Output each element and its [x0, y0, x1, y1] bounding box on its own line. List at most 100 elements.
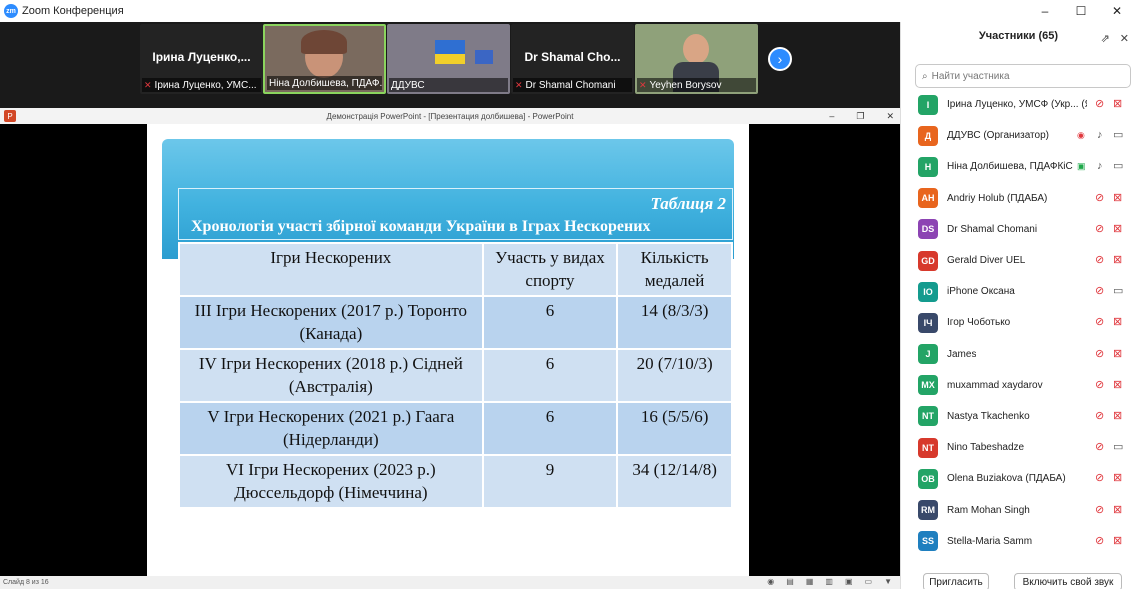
slide-sorter-icon[interactable]: ▦: [806, 577, 814, 586]
camera-off-icon[interactable]: ⊠: [1113, 410, 1122, 422]
participant-row[interactable]: AH Andriy Holub (ПДАБА) ⊘ ⊠: [901, 183, 1135, 214]
mic-muted-icon[interactable]: ⊘: [1095, 473, 1104, 484]
camera-off-icon[interactable]: ⊠: [1113, 504, 1122, 516]
mic-muted-icon[interactable]: ⊘: [1095, 317, 1104, 328]
mic-muted-icon[interactable]: ⊘: [1095, 223, 1104, 235]
participant-row[interactable]: Н Ніна Долбишева, ПДАФКіС ▣ ♪ ▭: [901, 151, 1135, 182]
participant-name: Gerald Diver UEL: [947, 255, 1026, 267]
ppt-close-icon[interactable]: ✕: [886, 108, 894, 124]
avatar: Д: [918, 125, 938, 146]
video-tile[interactable]: Ірина Луценко,... ✕ Ірина Луценко, УМС..…: [140, 24, 263, 94]
camera-off-icon[interactable]: ⊠: [1113, 379, 1122, 391]
powerpoint-icon: P: [4, 110, 16, 122]
video-tile-name: Dr Shamal Cho...: [524, 50, 621, 64]
grid-view-icon[interactable]: ▣: [845, 577, 853, 586]
minimize-button[interactable]: –: [1027, 0, 1063, 22]
participant-row[interactable]: NT Nastya Tkachenko ⊘ ⊠: [901, 401, 1135, 432]
table-cell: III Ігри Нескорених (2017 р.) Торонто (К…: [178, 295, 484, 350]
presenter-view-icon[interactable]: ▭: [865, 577, 873, 586]
mic-muted-icon[interactable]: ⊘: [1095, 286, 1104, 297]
participant-row[interactable]: RM Ram Mohan Singh ⊘ ⊠: [901, 494, 1135, 525]
flag-blue-stripe: [435, 40, 465, 54]
participant-row[interactable]: Д ДДУВС (Организатор) ◉ ♪ ▭: [901, 120, 1135, 151]
participant-name: Andriy Holub (ПДАБА): [947, 192, 1048, 204]
camera-off-icon[interactable]: ⊠: [1113, 317, 1122, 328]
notes-icon[interactable]: ◉: [767, 577, 774, 586]
camera-off-icon[interactable]: ⊠: [1113, 348, 1122, 360]
unmute-self-button[interactable]: Включить свой звук: [1014, 573, 1122, 589]
mic-muted-icon[interactable]: ⊘: [1095, 504, 1104, 516]
video-strip: Ірина Луценко,... ✕ Ірина Луценко, УМС..…: [0, 22, 900, 94]
participant-name: Stella-Maria Samm: [947, 535, 1033, 547]
mic-muted-icon[interactable]: ⊘: [1095, 99, 1104, 110]
participant-row[interactable]: SS Stella-Maria Samm ⊘ ⊠: [901, 526, 1135, 557]
participant-name: muxammad xaydarov: [947, 379, 1043, 391]
mic-muted-icon[interactable]: ⊘: [1095, 255, 1104, 266]
panel-header-icons: ⇗ ✕: [1101, 32, 1129, 45]
close-button[interactable]: ✕: [1099, 0, 1135, 22]
participant-row[interactable]: J James ⊘ ⊠: [901, 339, 1135, 370]
avatar: NT: [918, 406, 938, 427]
camera-off-icon[interactable]: ⊠: [1113, 535, 1122, 547]
ppt-minimize-icon[interactable]: –: [829, 108, 834, 124]
participant-row[interactable]: І Ірина Луценко, УМСФ (Укр... (Я) ⊘ ⊠: [901, 89, 1135, 120]
search-icon: ⌕: [922, 70, 928, 82]
mic-muted-icon[interactable]: ⊘: [1095, 535, 1104, 547]
popout-icon[interactable]: ⇗: [1101, 32, 1110, 45]
video-tile-caption-text: ДДУВС: [391, 79, 425, 91]
camera-off-icon[interactable]: ⊠: [1113, 223, 1122, 235]
reading-view-icon[interactable]: ▥: [825, 577, 833, 586]
screen-share-icon: ▣: [1077, 161, 1086, 172]
participant-row[interactable]: MX muxammad xaydarov ⊘ ⊠: [901, 370, 1135, 401]
participant-row[interactable]: DS Dr Shamal Chomani ⊘ ⊠: [901, 214, 1135, 245]
camera-icon[interactable]: ▭: [1113, 130, 1123, 141]
video-tile[interactable]: ✕ Yeyhen Borysov: [635, 24, 758, 94]
camera-off-icon[interactable]: ⊠: [1113, 99, 1122, 110]
participant-row[interactable]: NT Nino Tabeshadze ⊘ ▭: [901, 432, 1135, 463]
table-caption-box: Таблиця 2 Хронологія участі збірної кома…: [178, 188, 733, 240]
recording-icon: ◉: [1077, 130, 1085, 141]
chevron-right-icon: ›: [777, 51, 783, 67]
maximize-button[interactable]: ☐: [1063, 0, 1099, 22]
table-row: V Ігри Нескорених (2021 р.) Гаага (Нідер…: [178, 401, 733, 456]
table-cell: 6: [481, 401, 619, 456]
participant-search-input[interactable]: ⌕ Найти участника: [915, 64, 1131, 88]
avatar: SS: [918, 531, 938, 552]
ppt-restore-icon[interactable]: ❐: [856, 108, 864, 124]
table-row: VI Ігри Нескорених (2023 р.) Дюссельдорф…: [178, 454, 733, 509]
zoom-logo-icon: zm: [4, 4, 18, 18]
participant-list: І Ірина Луценко, УМСФ (Укр... (Я) ⊘ ⊠ Д ДДУВС…: [901, 89, 1135, 557]
mic-muted-icon[interactable]: ⊘: [1095, 192, 1104, 204]
avatar: NT: [918, 437, 938, 458]
camera-icon[interactable]: ▭: [1113, 286, 1123, 297]
participant-name: Dr Shamal Chomani: [947, 223, 1038, 235]
video-tile[interactable]: Dr Shamal Cho... ✕ Dr Shamal Chomani: [511, 24, 634, 94]
shared-powerpoint-window: P Демонстрація PowerPoint - [Презентация…: [0, 108, 900, 589]
participant-row[interactable]: ІЧ Ігор Чоботько ⊘ ⊠: [901, 307, 1135, 338]
participants-panel: Участники (65) ⇗ ✕ ⌕ Найти участника І Ір…: [900, 22, 1135, 589]
table-cell: 9: [481, 454, 619, 509]
mic-muted-icon[interactable]: ⊘: [1095, 442, 1104, 453]
video-tile[interactable]: ДДУВС: [387, 24, 510, 94]
camera-off-icon[interactable]: ⊠: [1113, 255, 1122, 266]
slideshow-icon[interactable]: ▼: [884, 577, 892, 586]
video-tile-active-speaker[interactable]: Ніна Долбишева, ПДАФ...: [263, 24, 386, 94]
invite-button[interactable]: Пригласить: [923, 573, 989, 589]
participant-name: Ігор Чоботько: [947, 317, 1011, 329]
mic-icon[interactable]: ♪: [1097, 161, 1103, 172]
camera-icon[interactable]: ▭: [1113, 442, 1123, 453]
participant-row[interactable]: GD Gerald Diver UEL ⊘ ⊠: [901, 245, 1135, 276]
participant-row[interactable]: OB Olena Buziakova (ПДАБА) ⊘ ⊠: [901, 463, 1135, 494]
mic-muted-icon[interactable]: ⊘: [1095, 379, 1104, 391]
mic-muted-icon[interactable]: ⊘: [1095, 348, 1104, 360]
normal-view-icon[interactable]: ▤: [786, 577, 794, 586]
next-page-button[interactable]: ›: [768, 47, 792, 71]
participant-row[interactable]: IO iPhone Оксана ⊘ ▭: [901, 276, 1135, 307]
close-icon[interactable]: ✕: [1120, 32, 1129, 45]
camera-off-icon[interactable]: ⊠: [1113, 473, 1122, 484]
camera-icon[interactable]: ▭: [1113, 161, 1123, 172]
mic-muted-icon[interactable]: ⊘: [1095, 410, 1104, 422]
mic-icon[interactable]: ♪: [1097, 130, 1103, 141]
camera-off-icon[interactable]: ⊠: [1113, 192, 1122, 204]
window-title: Zoom Конференция: [22, 5, 124, 17]
